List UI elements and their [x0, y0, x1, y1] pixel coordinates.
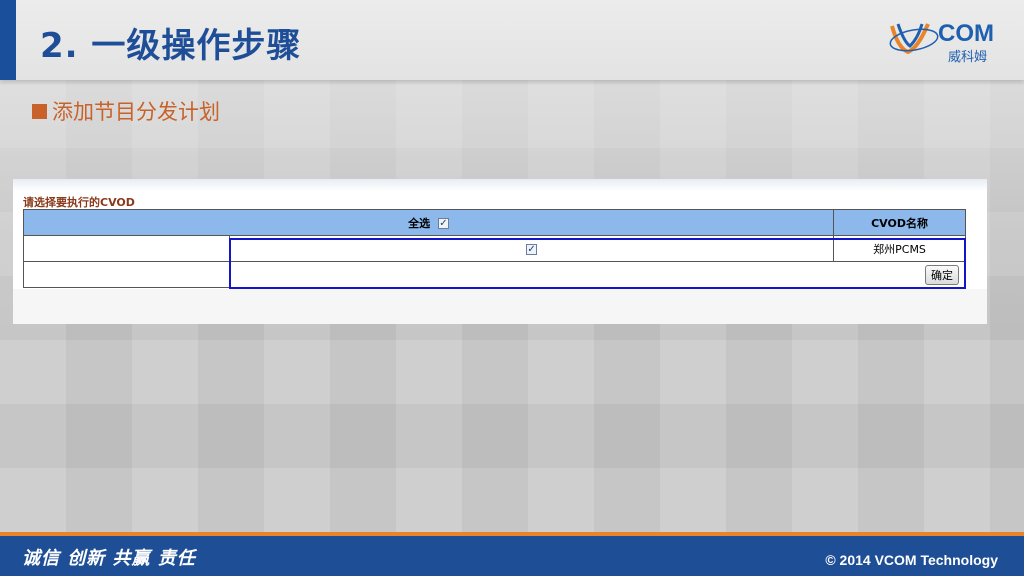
bullet-square-icon — [32, 104, 47, 119]
header-accent-bar — [0, 0, 16, 80]
table-action-row: 确定 — [23, 261, 966, 288]
footer-copyright: © 2014 VCOM Technology — [825, 552, 998, 568]
cvod-select-panel: 请选择要执行的CVOD 全选 ✓ CVOD名称 ✓ 郑州PCMS 确定 — [13, 179, 987, 324]
table-header-row: 全选 ✓ CVOD名称 — [22, 209, 966, 236]
logo-text: COM — [938, 20, 994, 47]
row-empty-cell — [23, 235, 230, 262]
section-title-text: 添加节目分发计划 — [52, 100, 220, 124]
row-checkbox[interactable]: ✓ — [526, 243, 538, 255]
row-cvod-name: 郑州PCMS — [833, 235, 966, 262]
section-title: 添加节目分发计划 — [32, 96, 220, 126]
logo-subtitle: 威科姆 — [948, 50, 988, 65]
panel-top-stripe — [13, 179, 987, 191]
action-cell: 确定 — [229, 261, 966, 288]
footer-slogan: 诚信 创新 共赢 责任 — [22, 548, 196, 569]
panel-bottom-area — [13, 289, 987, 324]
page-title: 2. 一级操作步骤 — [40, 26, 302, 66]
cvod-table: 全选 ✓ CVOD名称 ✓ 郑州PCMS 确定 — [22, 209, 966, 288]
panel-caption: 请选择要执行的CVOD — [23, 196, 135, 209]
table-row: ✓ 郑州PCMS — [23, 235, 966, 262]
cvod-name-header: CVOD名称 — [833, 209, 966, 236]
action-empty-cell — [23, 261, 230, 288]
select-all-label: 全选 — [408, 216, 431, 230]
row-checkbox-cell: ✓ — [228, 235, 835, 262]
slide-header: 2. 一级操作步骤 COM 威科姆 — [0, 0, 1024, 80]
slide-footer: 诚信 创新 共赢 责任 © 2014 VCOM Technology — [0, 536, 1024, 576]
confirm-button[interactable]: 确定 — [925, 264, 959, 285]
select-all-checkbox[interactable]: ✓ — [437, 218, 449, 229]
select-all-header: 全选 ✓ — [22, 209, 835, 236]
vcom-logo: COM 威科姆 — [888, 14, 1006, 66]
